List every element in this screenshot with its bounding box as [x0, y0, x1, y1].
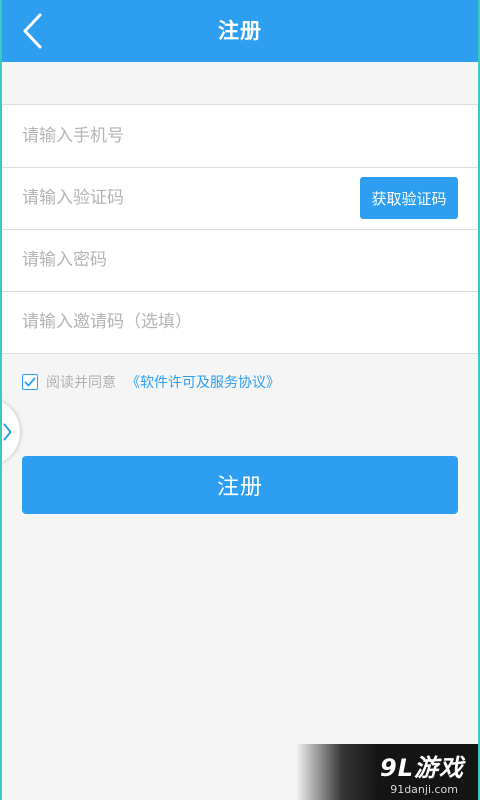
code-row: 获取验证码	[0, 167, 480, 229]
agreement-row: 阅读并同意 《软件许可及服务协议》	[22, 372, 280, 392]
page-title: 注册	[218, 19, 262, 43]
invite-row	[0, 291, 480, 353]
check-icon	[24, 377, 36, 387]
license-agreement-link[interactable]: 《软件许可及服务协议》	[126, 372, 280, 392]
agree-checkbox[interactable]	[22, 374, 38, 390]
watermark-logo-text: 9L游戏	[380, 754, 464, 782]
password-row	[0, 229, 480, 291]
verification-code-input[interactable]	[22, 167, 342, 229]
top-bar: 注册	[0, 0, 480, 62]
phone-row	[0, 105, 480, 167]
register-form: 获取验证码	[0, 104, 480, 354]
side-drawer-handle[interactable]	[0, 398, 20, 466]
watermark-url: 91danji.com	[390, 783, 458, 796]
site-watermark: 9L游戏 91danji.com	[296, 744, 480, 800]
invite-code-input[interactable]	[22, 291, 442, 353]
password-input[interactable]	[22, 229, 442, 291]
register-submit-button[interactable]: 注册	[22, 456, 458, 514]
phone-input[interactable]	[22, 105, 442, 167]
agreement-text: 阅读并同意	[46, 375, 116, 391]
get-code-button[interactable]: 获取验证码	[360, 177, 458, 219]
chevron-right-icon	[3, 423, 12, 441]
